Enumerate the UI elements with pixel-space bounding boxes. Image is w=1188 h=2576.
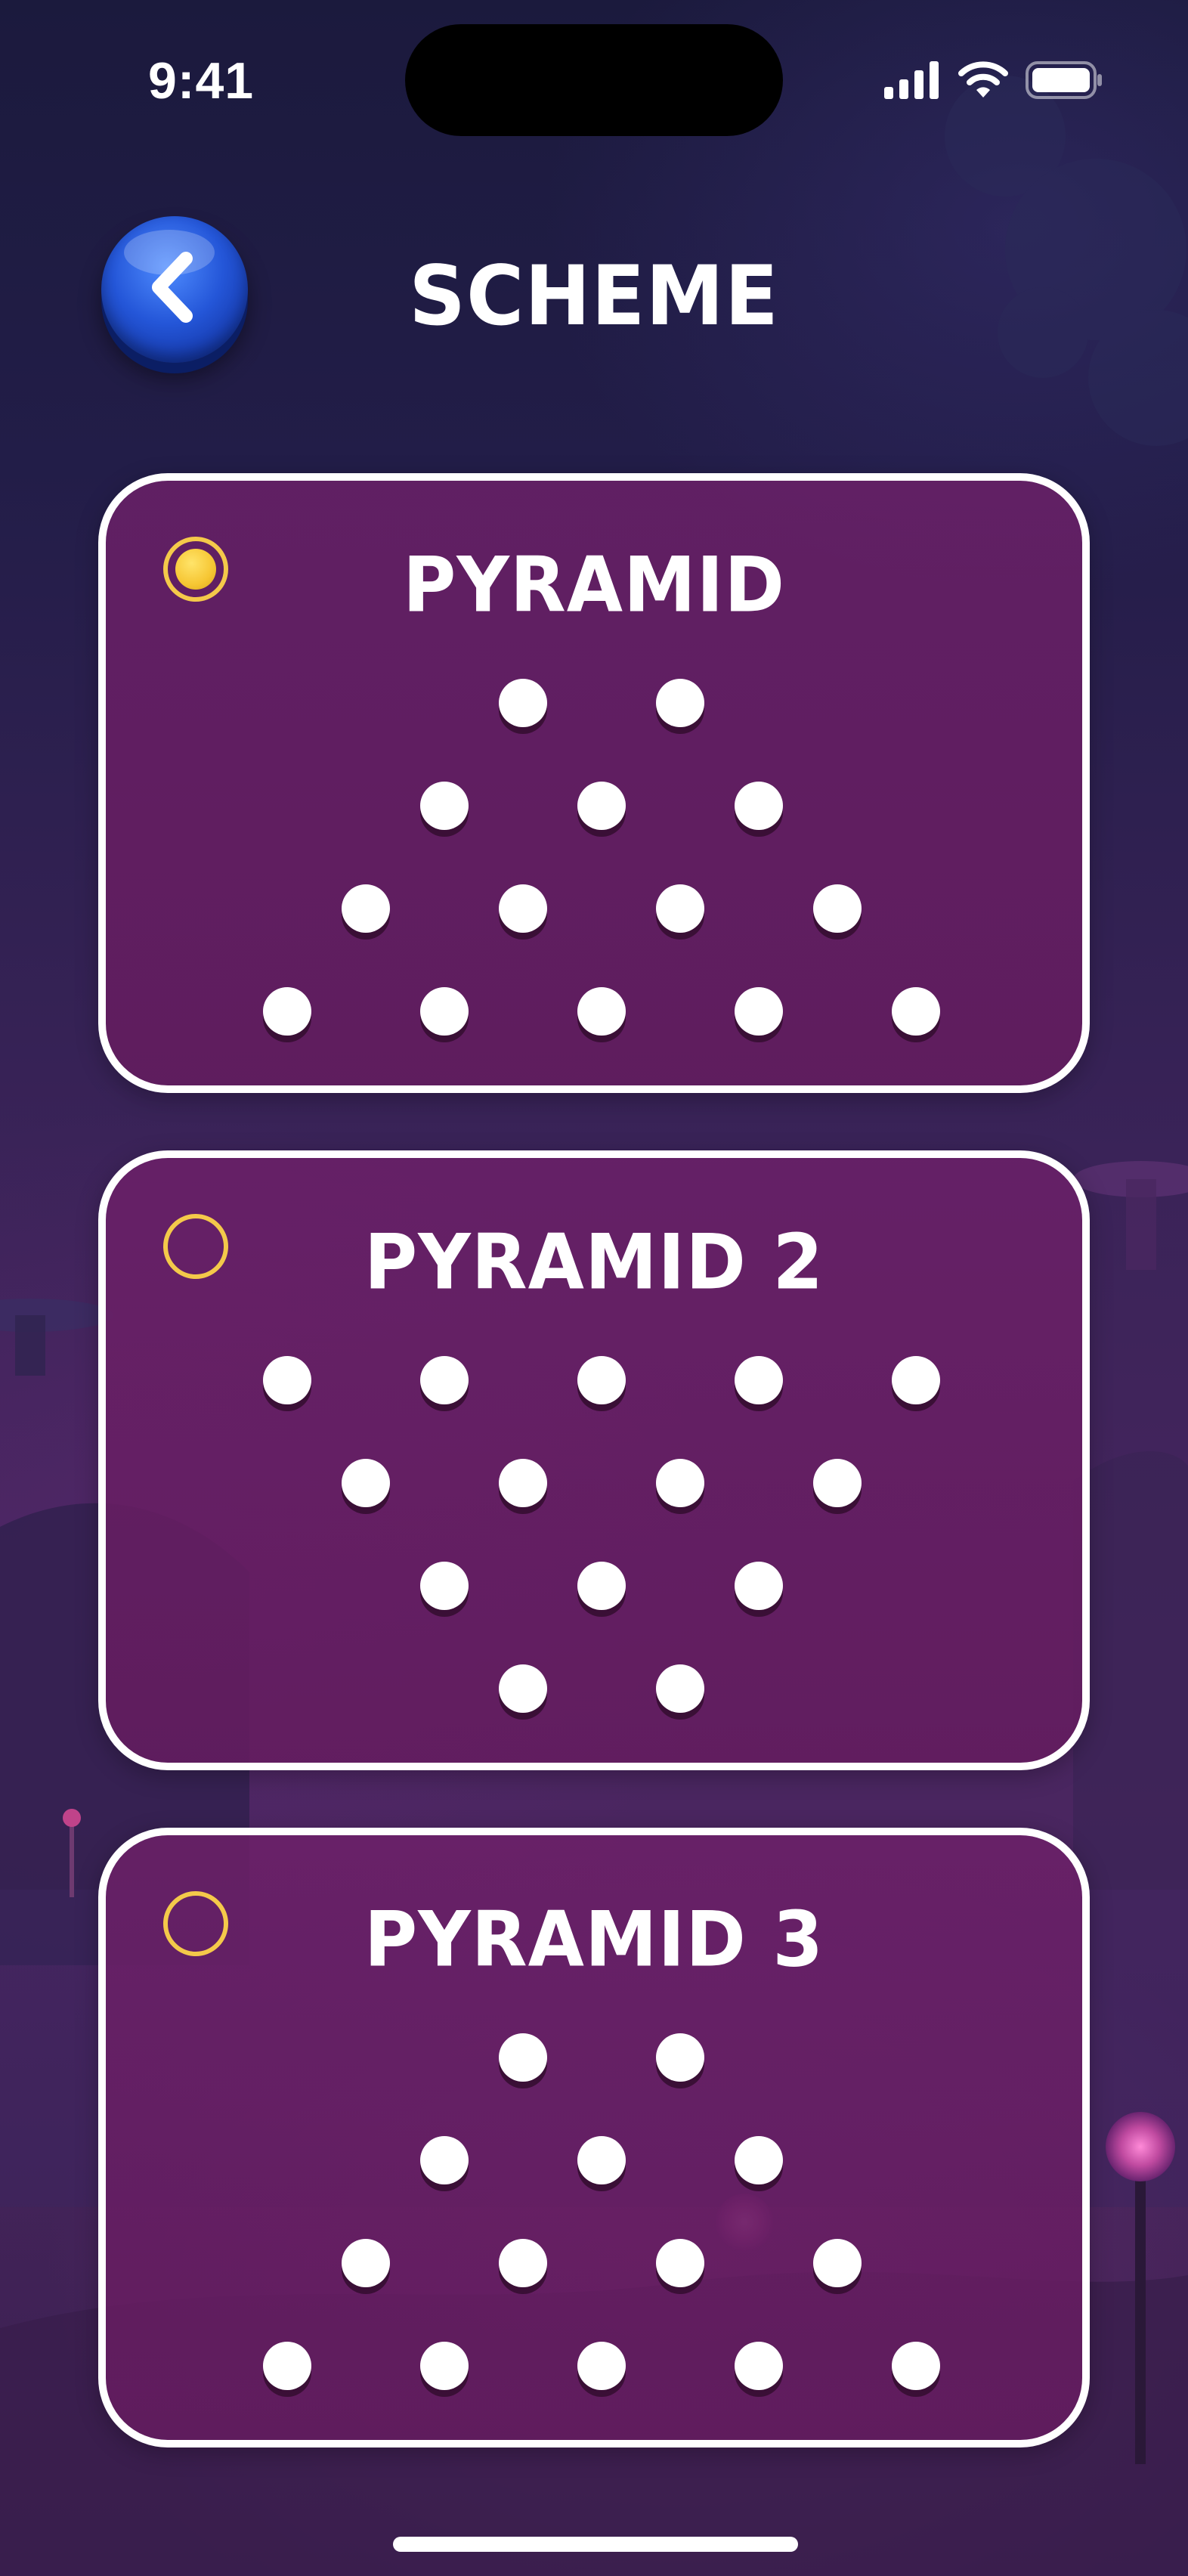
pin: [420, 1562, 469, 1610]
pin: [813, 2239, 862, 2287]
scheme-card-pyramid[interactable]: PYRAMID: [98, 473, 1090, 1093]
scheme-card-pyramid-2[interactable]: PYRAMID 2: [98, 1150, 1090, 1770]
home-indicator: [393, 2537, 798, 2552]
pin: [499, 2239, 547, 2287]
scheme-card-pyramid-3[interactable]: PYRAMID 3: [98, 1828, 1090, 2448]
pin: [735, 1356, 783, 1404]
wifi-icon: [958, 61, 1008, 98]
pin: [420, 1356, 469, 1404]
pin: [342, 1459, 390, 1507]
status-icons: [884, 57, 1103, 103]
pin: [892, 987, 940, 1036]
pin: [342, 2239, 390, 2287]
pin: [813, 884, 862, 933]
pin: [813, 1459, 862, 1507]
dynamic-island: [405, 24, 783, 136]
pin: [656, 2239, 704, 2287]
pin: [735, 782, 783, 830]
pin: [499, 884, 547, 933]
cellular-signal-icon: [884, 61, 939, 99]
pin: [577, 2136, 626, 2184]
pin: [735, 2342, 783, 2390]
pin: [499, 679, 547, 727]
pin: [735, 2136, 783, 2184]
pin: [892, 2342, 940, 2390]
pin: [656, 2033, 704, 2082]
pin: [577, 782, 626, 830]
pin: [577, 1562, 626, 1610]
pin: [499, 1664, 547, 1713]
pin: [735, 1562, 783, 1610]
scheme-title: PYRAMID 3: [364, 1895, 824, 1984]
pin: [577, 987, 626, 1036]
scheme-title: PYRAMID 2: [364, 1218, 824, 1307]
pin: [892, 1356, 940, 1404]
status-time: 9:41: [148, 52, 255, 110]
pin: [420, 2136, 469, 2184]
pin: [656, 884, 704, 933]
pin: [577, 1356, 626, 1404]
pin: [420, 2342, 469, 2390]
scheme-title: PYRAMID: [402, 540, 786, 630]
pin: [656, 1459, 704, 1507]
pin: [342, 884, 390, 933]
pin: [577, 2342, 626, 2390]
page-title: SCHEME: [409, 246, 779, 345]
pin: [499, 1459, 547, 1507]
pin: [263, 2342, 311, 2390]
pin: [656, 1664, 704, 1713]
pin: [263, 987, 311, 1036]
pin: [420, 782, 469, 830]
pin: [420, 987, 469, 1036]
pin: [656, 679, 704, 727]
pin: [499, 2033, 547, 2082]
pin: [735, 987, 783, 1036]
pin: [263, 1356, 311, 1404]
battery-icon: [1026, 61, 1102, 99]
